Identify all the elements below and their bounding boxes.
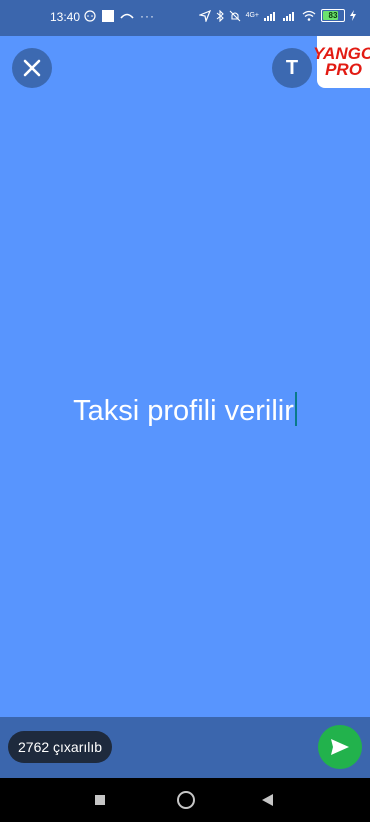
signal-icon-2 (283, 11, 294, 21)
location-icon (198, 9, 211, 22)
send-button[interactable] (318, 725, 362, 769)
send-icon (331, 739, 349, 755)
status-time: 13:40 (50, 10, 81, 24)
notification-icons: ··· (84, 9, 155, 23)
status-bar: 13:40 ··· 4G+ 83 (0, 0, 370, 36)
more-icon: ··· (140, 9, 155, 23)
charging-icon (350, 10, 356, 21)
system-icons: 4G+ 83 (198, 9, 356, 22)
close-button[interactable] (12, 48, 52, 88)
missed-call-icon (120, 13, 134, 19)
logo-line2: PRO (325, 60, 362, 79)
story-text: Taksi profili verilir (73, 395, 294, 427)
yango-pro-logo: YANGO PRO (313, 36, 370, 88)
text-cursor (294, 392, 297, 426)
network-type: 4G+ (245, 12, 259, 19)
back-button[interactable] (262, 794, 274, 806)
chat-icon (84, 10, 96, 22)
counter-badge: 2762 çıxarılıb (8, 731, 113, 763)
recents-button[interactable] (95, 795, 105, 805)
home-button[interactable] (177, 791, 195, 809)
bluetooth-icon (216, 9, 224, 22)
counter-label: 2762 çıxarılıb (18, 739, 103, 755)
app-icon (102, 10, 114, 22)
signal-icon (264, 11, 275, 21)
battery-icon: 83 (321, 9, 345, 22)
text-mode-button[interactable]: T (272, 48, 312, 88)
story-text-input[interactable]: Taksi profili verilir (0, 392, 370, 428)
wifi-icon (302, 10, 316, 21)
close-icon (23, 59, 41, 77)
mute-icon (229, 10, 240, 21)
